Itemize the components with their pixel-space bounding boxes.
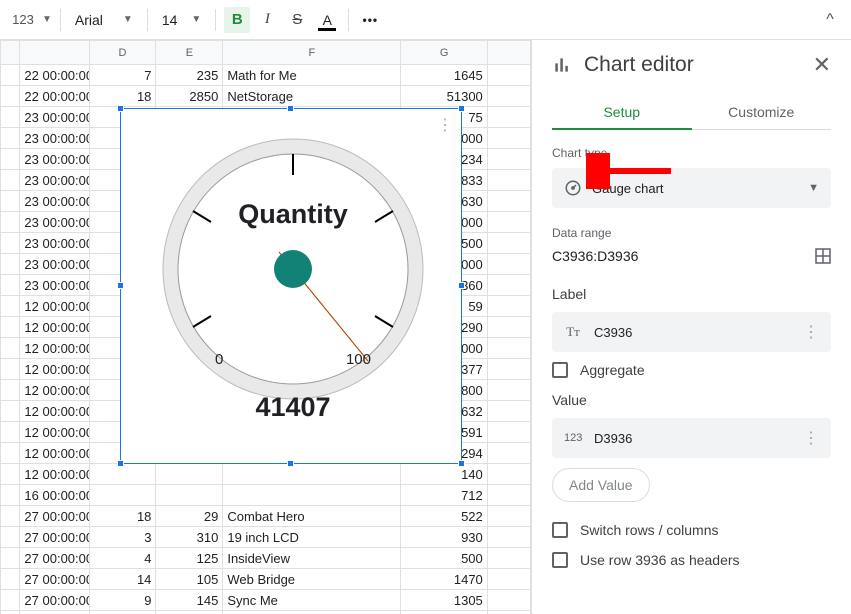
data-range-label: Data range xyxy=(552,226,831,240)
chip-menu-icon[interactable]: ⋮ xyxy=(803,428,819,448)
close-icon[interactable]: ✕ xyxy=(813,52,831,78)
resize-handle[interactable] xyxy=(117,105,124,112)
chart-object[interactable]: ⋮ Quantity 0 100 xyxy=(120,108,462,464)
collapse-toolbar-icon[interactable]: ^ xyxy=(817,7,843,33)
column-header[interactable]: G xyxy=(401,41,487,65)
more-button[interactable]: ••• xyxy=(357,7,383,33)
resize-handle[interactable] xyxy=(117,282,124,289)
resize-handle[interactable] xyxy=(458,105,465,112)
number-icon: 123 xyxy=(564,432,582,444)
label-chip[interactable]: Tᴛ C3936 ⋮ xyxy=(552,312,831,352)
text-icon: Tᴛ xyxy=(564,324,582,340)
use-headers-label: Use row 3936 as headers xyxy=(580,552,740,568)
table-row[interactable]: 22 00:00:007235Math for Me1645 xyxy=(1,65,531,86)
resize-handle[interactable] xyxy=(117,460,124,467)
number-format-button[interactable]: 123 xyxy=(8,12,38,27)
gauge-icon xyxy=(564,179,582,197)
value-section: Value xyxy=(552,392,831,408)
table-row[interactable]: 23 00:00:00779Barbie's Fashion553 xyxy=(1,611,531,614)
toolbar: 123 ▼ Arial▼ 14▼ B I S A ••• ^ xyxy=(0,0,851,40)
table-row[interactable]: 27 00:00:0014105Web Bridge1470 xyxy=(1,569,531,590)
data-range-value: C3936:D3936 xyxy=(552,248,638,264)
table-row[interactable]: 27 00:00:00331019 inch LCD930 xyxy=(1,527,531,548)
chip-menu-icon[interactable]: ⋮ xyxy=(803,322,819,342)
label-section: Label xyxy=(552,286,831,302)
gauge-title: Quantity xyxy=(153,199,433,230)
tab-customize[interactable]: Customize xyxy=(692,96,832,129)
use-headers-checkbox[interactable] xyxy=(552,552,568,568)
tab-setup[interactable]: Setup xyxy=(552,96,692,130)
chart-editor-panel: Chart editor ✕ Setup Customize Chart typ… xyxy=(531,40,851,614)
select-range-icon[interactable] xyxy=(815,248,831,264)
chart-menu-icon[interactable]: ⋮ xyxy=(437,115,453,135)
resize-handle[interactable] xyxy=(287,105,294,112)
switch-rows-checkbox[interactable] xyxy=(552,522,568,538)
column-header[interactable] xyxy=(1,41,20,65)
column-header[interactable]: F xyxy=(223,41,401,65)
font-size-selector[interactable]: 14▼ xyxy=(156,9,207,31)
value-chip[interactable]: 123 D3936 ⋮ xyxy=(552,418,831,458)
gauge-min: 0 xyxy=(215,351,223,368)
editor-title: Chart editor xyxy=(584,53,801,77)
aggregate-checkbox[interactable] xyxy=(552,362,568,378)
strikethrough-button[interactable]: S xyxy=(284,7,310,33)
spreadsheet[interactable]: DEFG22 00:00:007235Math for Me164522 00:… xyxy=(0,40,531,614)
table-row[interactable]: 27 00:00:009145Sync Me1305 xyxy=(1,590,531,611)
table-row[interactable]: 16 00:00:00712 xyxy=(1,485,531,506)
table-row[interactable]: 12 00:00:00140 xyxy=(1,464,531,485)
aggregate-label: Aggregate xyxy=(580,362,645,378)
gauge-value: 41407 xyxy=(153,392,433,423)
table-row[interactable]: 27 00:00:004125InsideView500 xyxy=(1,548,531,569)
chart-type-selector[interactable]: Gauge chart ▼ xyxy=(552,168,831,208)
column-header[interactable]: D xyxy=(89,41,156,65)
chart-type-label: Chart type xyxy=(552,146,831,160)
table-row[interactable]: 22 00:00:00182850NetStorage51300 xyxy=(1,86,531,107)
resize-handle[interactable] xyxy=(458,282,465,289)
text-color-button[interactable]: A xyxy=(314,7,340,33)
column-header[interactable] xyxy=(487,41,530,65)
gauge-chart: Quantity 0 100 41407 xyxy=(153,129,433,449)
font-selector[interactable]: Arial▼ xyxy=(69,9,139,31)
bold-button[interactable]: B xyxy=(224,7,250,33)
italic-button[interactable]: I xyxy=(254,7,280,33)
resize-handle[interactable] xyxy=(458,460,465,467)
chart-icon xyxy=(552,55,572,75)
add-value-button[interactable]: Add Value xyxy=(552,468,650,502)
switch-rows-label: Switch rows / columns xyxy=(580,522,718,538)
column-header[interactable]: E xyxy=(156,41,223,65)
gauge-max: 100 xyxy=(346,351,371,368)
table-row[interactable]: 27 00:00:001829Combat Hero522 xyxy=(1,506,531,527)
column-header[interactable] xyxy=(20,41,89,65)
resize-handle[interactable] xyxy=(287,460,294,467)
